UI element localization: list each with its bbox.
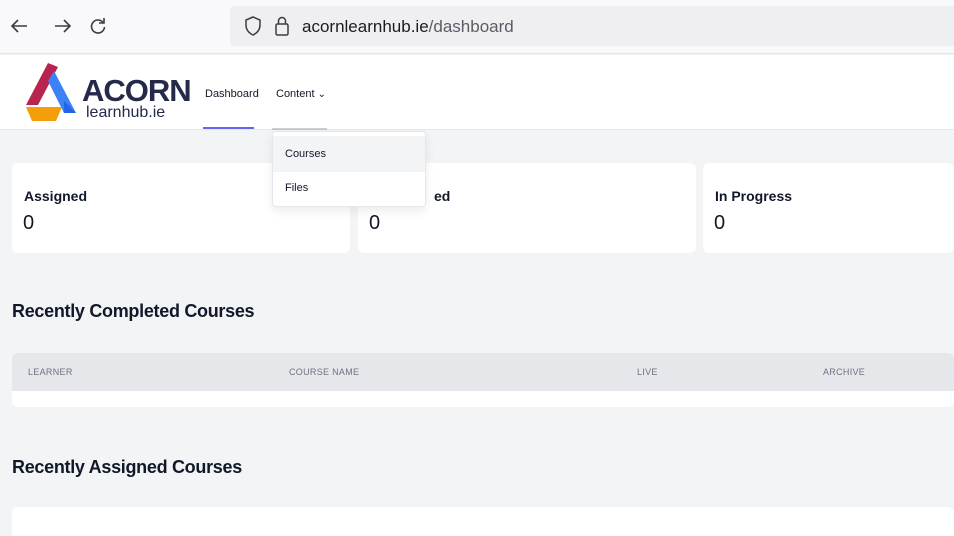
assigned-courses-table — [12, 507, 954, 536]
forward-button[interactable] — [50, 14, 74, 38]
back-button[interactable] — [8, 14, 32, 38]
dropdown-item-courses[interactable]: Courses — [273, 136, 425, 172]
section-title-assigned: Recently Assigned Courses — [12, 457, 242, 477]
completed-courses-table: LEARNER COURSE NAME LIVE ARCHIVE — [12, 353, 954, 407]
column-header-course-name[interactable]: COURSE NAME — [289, 367, 359, 377]
arrow-left-icon — [10, 19, 27, 33]
stat-label: Assigned — [24, 188, 88, 204]
stat-label: ed — [434, 188, 451, 204]
url-text: acornlearnhub.ie/dashboard — [302, 17, 514, 37]
app-header: ACORN learnhub.ie — [0, 55, 954, 130]
address-bar[interactable]: acornlearnhub.ie/dashboard — [230, 6, 954, 46]
logo-subtitle: learnhub.ie — [86, 104, 166, 121]
url-domain: acornlearnhub.ie — [302, 17, 429, 36]
column-header-archive[interactable]: ARCHIVE — [823, 367, 865, 377]
acorn-logo-mark-icon — [26, 63, 76, 121]
stat-value: 0 — [369, 212, 381, 234]
column-header-learner[interactable]: LEARNER — [28, 367, 73, 377]
stat-value: 0 — [23, 212, 35, 234]
nav-content-label: Content — [276, 88, 315, 100]
acorn-logo[interactable]: ACORN learnhub.ie — [24, 59, 192, 125]
nav-content[interactable]: Content ⌄ — [276, 88, 326, 100]
stat-card-in-progress: In Progress 0 — [703, 163, 954, 253]
logo-wordmark: ACORN — [82, 73, 192, 108]
content-dropdown-menu: Courses Files — [272, 131, 426, 207]
url-path: /dashboard — [428, 17, 514, 36]
arrow-right-icon — [55, 19, 72, 33]
stat-value: 0 — [714, 212, 726, 234]
chevron-down-icon: ⌄ — [317, 89, 326, 100]
stat-label: In Progress — [715, 188, 793, 204]
table-header: LEARNER COURSE NAME LIVE ARCHIVE — [12, 353, 954, 391]
section-title-completed: Recently Completed Courses — [12, 301, 255, 321]
dropdown-item-files[interactable]: Files — [273, 170, 425, 206]
browser-toolbar: acornlearnhub.ie/dashboard — [0, 0, 954, 54]
column-header-live[interactable]: LIVE — [637, 367, 658, 377]
reload-button[interactable] — [86, 14, 110, 38]
lock-icon — [275, 16, 289, 36]
shield-icon — [245, 16, 261, 36]
active-nav-indicator — [203, 127, 254, 129]
content-nav-indicator — [272, 128, 327, 130]
nav-dashboard[interactable]: Dashboard — [205, 88, 259, 100]
reload-icon — [90, 18, 106, 34]
